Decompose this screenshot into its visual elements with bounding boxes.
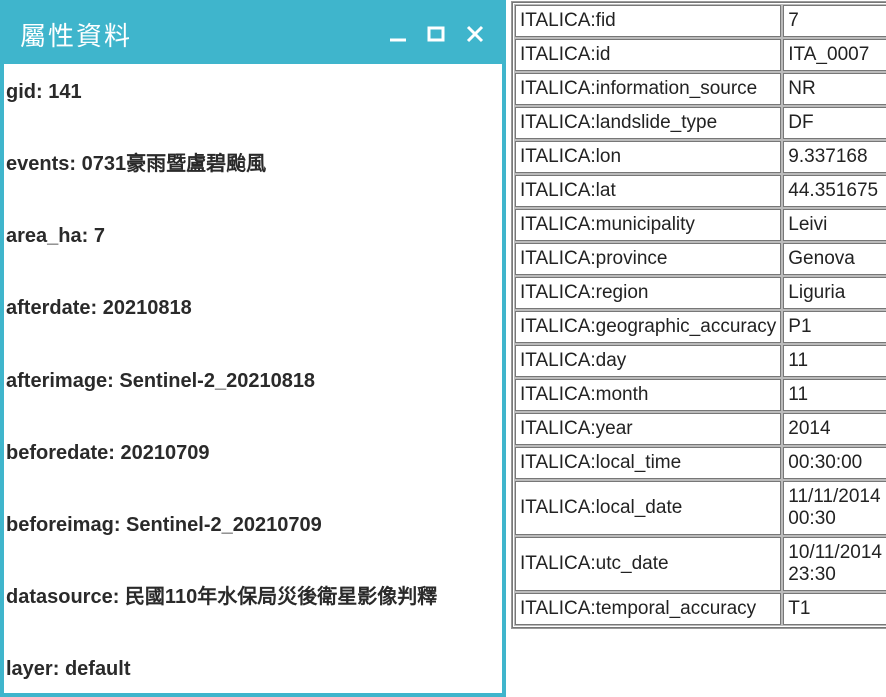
table-value-cell: Genova bbox=[783, 243, 886, 275]
table-value-cell: DF bbox=[783, 107, 886, 139]
field-value: 民國110年水保局災後衛星影像判釋 bbox=[125, 586, 437, 608]
table-value-cell: 7 bbox=[783, 5, 886, 37]
field-key: datasource bbox=[6, 586, 113, 608]
field-row: beforeimag: Sentinel-2_20210709 bbox=[4, 511, 502, 539]
table-key-cell: ITALICA:day bbox=[515, 345, 781, 377]
field-key: layer bbox=[6, 658, 53, 680]
table-key-cell: ITALICA:id bbox=[515, 39, 781, 71]
table-row: ITALICA:month11 bbox=[515, 379, 886, 411]
table-row: ITALICA:local_time00:30:00 bbox=[515, 447, 886, 479]
field-row: area_ha: 7 bbox=[4, 222, 502, 250]
field-value: Sentinel-2_20210709 bbox=[126, 514, 322, 536]
table-key-cell: ITALICA:region bbox=[515, 277, 781, 309]
table-value-cell: 11 bbox=[783, 379, 886, 411]
table-key-cell: ITALICA:year bbox=[515, 413, 781, 445]
field-value: default bbox=[65, 658, 131, 680]
table-key-cell: ITALICA:information_source bbox=[515, 73, 781, 105]
table-value-cell: NR bbox=[783, 73, 886, 105]
table-key-cell: ITALICA:local_date bbox=[515, 481, 781, 535]
maximize-icon[interactable] bbox=[426, 24, 446, 44]
table-key-cell: ITALICA:utc_date bbox=[515, 537, 781, 591]
minimize-icon[interactable] bbox=[388, 24, 408, 44]
field-value: 20210818 bbox=[103, 297, 192, 319]
field-value: 20210709 bbox=[120, 442, 209, 464]
table-row: ITALICA:temporal_accuracyT1 bbox=[515, 593, 886, 625]
table-row: ITALICA:lon9.337168 bbox=[515, 141, 886, 173]
field-key: beforedate bbox=[6, 442, 108, 464]
field-value: 7 bbox=[94, 225, 105, 247]
table-row: ITALICA:municipalityLeivi bbox=[515, 209, 886, 241]
table-key-cell: ITALICA:temporal_accuracy bbox=[515, 593, 781, 625]
table-row: ITALICA:lat44.351675 bbox=[515, 175, 886, 207]
table-row: ITALICA:landslide_typeDF bbox=[515, 107, 886, 139]
close-icon[interactable] bbox=[464, 23, 486, 45]
table-row: ITALICA:utc_date10/11/2014 23:30 bbox=[515, 537, 886, 591]
table-key-cell: ITALICA:month bbox=[515, 379, 781, 411]
table-value-cell: P1 bbox=[783, 311, 886, 343]
table-value-cell: T1 bbox=[783, 593, 886, 625]
field-key: afterdate bbox=[6, 297, 90, 319]
table-key-cell: ITALICA:lon bbox=[515, 141, 781, 173]
table-value-cell: ITA_0007 bbox=[783, 39, 886, 71]
table-key-cell: ITALICA:fid bbox=[515, 5, 781, 37]
table-key-cell: ITALICA:landslide_type bbox=[515, 107, 781, 139]
table-row: ITALICA:information_sourceNR bbox=[515, 73, 886, 105]
field-value: Sentinel-2_20210818 bbox=[119, 370, 315, 392]
field-row: gid: 141 bbox=[4, 78, 502, 106]
table-value-cell: Liguria bbox=[783, 277, 886, 309]
table-row: ITALICA:local_date11/11/2014 00:30 bbox=[515, 481, 886, 535]
table-value-cell: Leivi bbox=[783, 209, 886, 241]
field-value: 141 bbox=[48, 81, 81, 103]
table-value-cell: 10/11/2014 23:30 bbox=[783, 537, 886, 591]
table-key-cell: ITALICA:municipality bbox=[515, 209, 781, 241]
field-row: layer: default bbox=[4, 655, 502, 683]
window-title: 屬性資料 bbox=[20, 16, 388, 53]
attribute-window: 屬性資料 gid: 141 events: 0731豪雨暨盧碧颱風 area_ha:… bbox=[0, 0, 506, 697]
table-value-cell: 9.337168 bbox=[783, 141, 886, 173]
italica-table-panel: ITALICA:fid7ITALICA:idITA_0007ITALICA:in… bbox=[506, 0, 886, 697]
table-row: ITALICA:fid7 bbox=[515, 5, 886, 37]
table-value-cell: 00:30:00 bbox=[783, 447, 886, 479]
field-row: events: 0731豪雨暨盧碧颱風 bbox=[4, 150, 502, 178]
window-controls bbox=[388, 23, 486, 45]
italica-table: ITALICA:fid7ITALICA:idITA_0007ITALICA:in… bbox=[512, 2, 886, 628]
field-key: beforeimag bbox=[6, 514, 114, 536]
table-row: ITALICA:day11 bbox=[515, 345, 886, 377]
table-value-cell: 2014 bbox=[783, 413, 886, 445]
table-value-cell: 44.351675 bbox=[783, 175, 886, 207]
table-row: ITALICA:provinceGenova bbox=[515, 243, 886, 275]
field-row: beforedate: 20210709 bbox=[4, 439, 502, 467]
field-row: afterdate: 20210818 bbox=[4, 294, 502, 322]
table-row: ITALICA:geographic_accuracyP1 bbox=[515, 311, 886, 343]
field-key: gid bbox=[6, 81, 36, 103]
field-value: 0731豪雨暨盧碧颱風 bbox=[82, 153, 267, 175]
table-key-cell: ITALICA:local_time bbox=[515, 447, 781, 479]
table-row: ITALICA:regionLiguria bbox=[515, 277, 886, 309]
field-key: events bbox=[6, 153, 69, 175]
attribute-list: gid: 141 events: 0731豪雨暨盧碧颱風 area_ha: 7 aft… bbox=[4, 64, 502, 693]
table-value-cell: 11 bbox=[783, 345, 886, 377]
field-key: afterimage bbox=[6, 370, 107, 392]
table-row: ITALICA:idITA_0007 bbox=[515, 39, 886, 71]
titlebar[interactable]: 屬性資料 bbox=[4, 4, 502, 64]
field-key: area_ha bbox=[6, 225, 82, 247]
table-value-cell: 11/11/2014 00:30 bbox=[783, 481, 886, 535]
field-row: afterimage: Sentinel-2_20210818 bbox=[4, 367, 502, 395]
table-key-cell: ITALICA:province bbox=[515, 243, 781, 275]
table-key-cell: ITALICA:lat bbox=[515, 175, 781, 207]
table-key-cell: ITALICA:geographic_accuracy bbox=[515, 311, 781, 343]
field-row: datasource: 民國110年水保局災後衛星影像判釋 bbox=[4, 583, 502, 611]
table-row: ITALICA:year2014 bbox=[515, 413, 886, 445]
